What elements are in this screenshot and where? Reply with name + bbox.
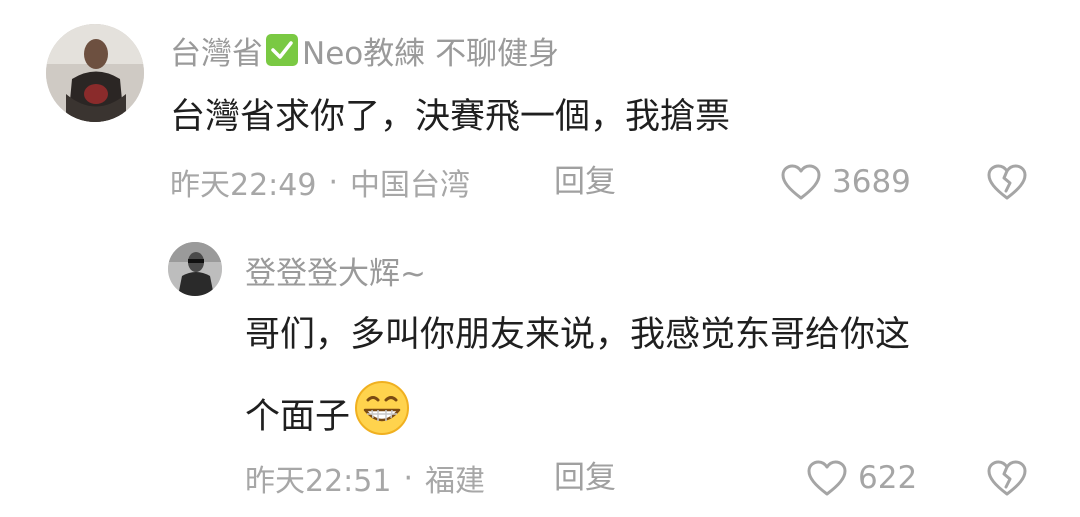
like-count: 3689 xyxy=(832,164,911,200)
reply-meta: 昨天22:51 · 福建 xyxy=(245,456,485,500)
avatar-image xyxy=(46,24,144,122)
reply-button[interactable]: 回复 xyxy=(554,456,616,500)
meta-separator: · xyxy=(403,460,414,496)
avatar[interactable] xyxy=(46,24,144,122)
dislike-button[interactable] xyxy=(986,459,1028,497)
reply-text-line1: 哥们，多叫你朋友来说，我感觉东哥给你这 xyxy=(245,315,911,355)
broken-heart-icon xyxy=(987,164,1027,200)
heart-icon xyxy=(781,164,821,200)
avatar[interactable] xyxy=(168,242,222,296)
username-text-part1: 台灣省 xyxy=(170,35,263,72)
comment-text: 台灣省求你了，決賽飛一個，我搶票 xyxy=(170,97,731,137)
comment-time: 昨天22:49 xyxy=(170,168,317,203)
reply-text-line2: 个面子 xyxy=(245,380,410,453)
like-count: 622 xyxy=(858,460,918,496)
grinning-face-emoji-icon xyxy=(354,380,410,453)
dislike-button[interactable] xyxy=(986,163,1028,201)
heart-icon xyxy=(807,460,847,496)
check-mark-icon xyxy=(266,34,298,66)
username-text-part2: Neo教練 不聊健身 xyxy=(302,35,560,72)
reply-location: 福建 xyxy=(425,464,486,499)
broken-heart-icon xyxy=(987,460,1027,496)
reply-button[interactable]: 回复 xyxy=(554,160,616,204)
reply-time: 昨天22:51 xyxy=(245,464,392,499)
meta-separator: · xyxy=(328,164,339,200)
comment-location: 中国台湾 xyxy=(350,168,471,203)
comment-meta: 昨天22:49 · 中国台湾 xyxy=(170,160,470,204)
reply-text-line2-text: 个面子 xyxy=(245,396,351,437)
avatar-image xyxy=(168,242,222,296)
like-button[interactable]: 3689 xyxy=(780,160,911,204)
comment-username[interactable]: 台灣省 Neo教練 不聊健身 xyxy=(170,28,559,72)
reply-username[interactable]: 登登登大辉~ xyxy=(245,248,426,292)
like-button[interactable]: 622 xyxy=(806,456,917,500)
